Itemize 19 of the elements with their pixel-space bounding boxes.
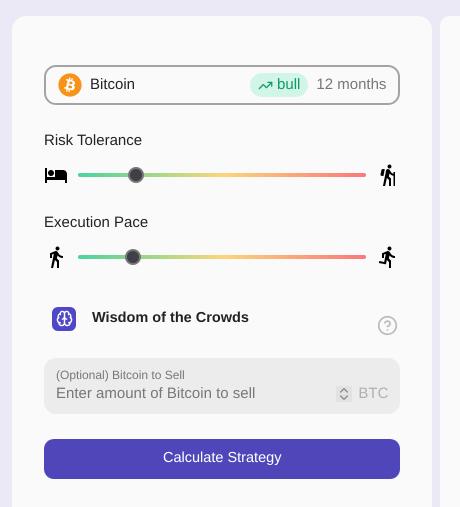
brain-icon <box>52 306 76 330</box>
trend-badge: bull <box>250 73 308 97</box>
horizon-label: 12 months <box>316 74 386 95</box>
slider[interactable] <box>78 167 366 183</box>
calculate-button[interactable]: Calculate Strategy <box>44 439 400 479</box>
sell-amount-field[interactable]: (Optional) Bitcoin to Sell Enter amount of Bitcoin to sell BTC <box>44 358 400 414</box>
slider-label: Execution Pace <box>44 213 150 233</box>
stepper-icon[interactable] <box>336 386 352 402</box>
unit-label: BTC <box>358 384 388 404</box>
asset-selector[interactable]: Bitcoin bull 12 months <box>44 65 400 105</box>
slider-label: Risk Tolerance <box>44 131 144 151</box>
slider[interactable] <box>78 249 366 265</box>
slider-thumb[interactable] <box>128 167 144 183</box>
field-label: (Optional) Bitcoin to Sell <box>56 367 186 383</box>
asset-name: Bitcoin <box>90 74 136 95</box>
feature-label: Wisdom of the Crowds <box>92 308 250 328</box>
bitcoin-icon <box>58 73 82 97</box>
amount-input[interactable]: Enter amount of Bitcoin to sell <box>56 383 336 406</box>
slider-thumb[interactable] <box>124 249 141 265</box>
